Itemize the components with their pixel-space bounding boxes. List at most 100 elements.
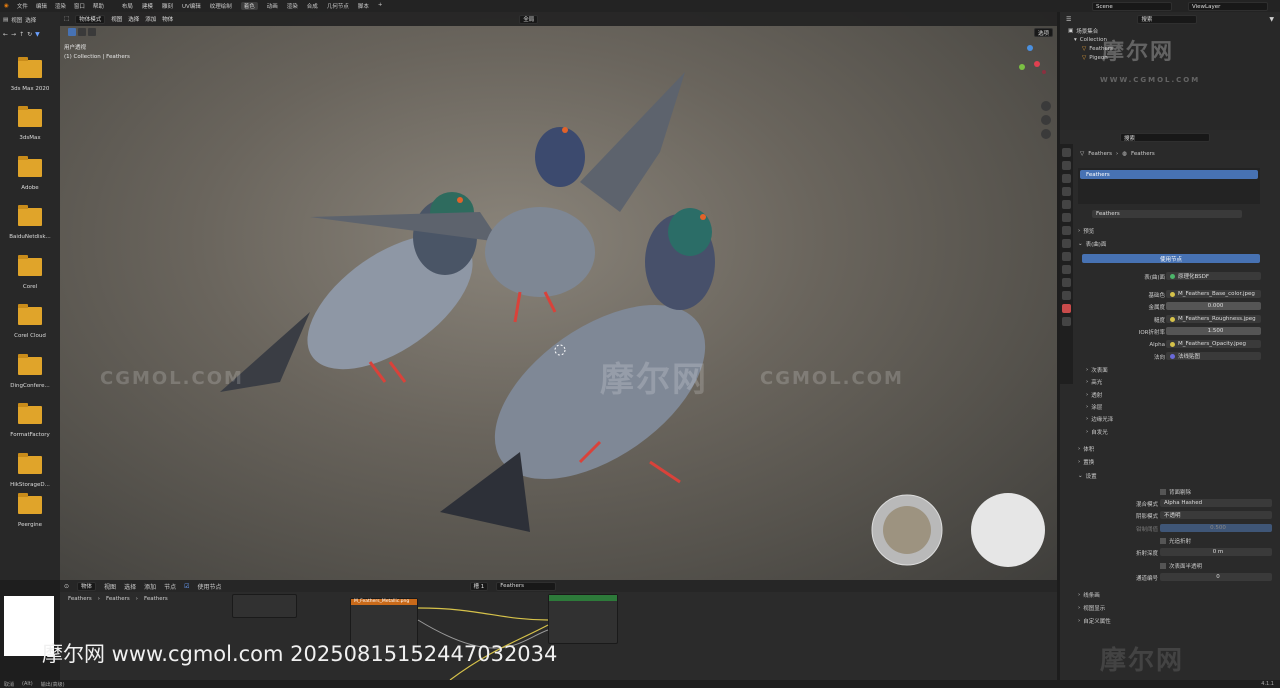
select-box-icon[interactable] [68, 28, 76, 36]
subsection-emission[interactable]: › 自发光 [1086, 427, 1108, 437]
material-slot-list[interactable]: Feathers [1078, 168, 1260, 204]
pan-hand-icon[interactable] [1041, 101, 1051, 111]
refresh-icon[interactable]: ↻ [27, 31, 32, 38]
subsection-subsurface[interactable]: › 次表面 [1086, 365, 1108, 375]
scene-tab-icon[interactable] [1062, 200, 1071, 209]
normal-field[interactable]: 法线贴图 [1166, 352, 1261, 360]
editor-type-icon[interactable]: ⊙ [64, 583, 69, 590]
blend-mode-select[interactable]: Alpha Hashed [1160, 499, 1272, 507]
particles-tab-icon[interactable] [1062, 252, 1071, 261]
section-viewport-display[interactable]: › 视图显示 [1078, 603, 1105, 613]
folder-item[interactable]: Corel [0, 244, 60, 294]
section-displacement[interactable]: › 置换 [1078, 457, 1094, 467]
use-nodes-button[interactable]: 使用节点 [1082, 254, 1260, 263]
menu-edit[interactable]: 编辑 [36, 2, 47, 10]
tab-compositing[interactable]: 合成 [307, 2, 318, 10]
folder-item[interactable]: FormatFactory [0, 393, 60, 443]
section-settings[interactable]: ⌄ 设置 [1078, 471, 1097, 481]
data-tab-icon[interactable] [1062, 291, 1071, 300]
blender-logo-icon[interactable]: ◉ [4, 3, 9, 9]
pass-index-field[interactable]: 0 [1160, 573, 1272, 581]
editor-type-icon[interactable]: ☰ [1066, 16, 1071, 23]
mode-selector[interactable]: 物体模式 [75, 14, 106, 24]
texture-tab-icon[interactable] [1062, 317, 1071, 326]
3d-viewport[interactable]: ⬚ 物体模式 视图 选择 添加 物体 全局 选项 用户透视 (1) Collec… [60, 12, 1057, 580]
alpha-field[interactable]: M_Feathers_Opacity.jpeg [1166, 340, 1261, 348]
options-button[interactable]: 选项 [1033, 28, 1053, 37]
menu-select[interactable]: 选择 [25, 16, 36, 24]
subsection-specular[interactable]: › 高光 [1086, 377, 1102, 387]
section-line-art[interactable]: › 线条画 [1078, 590, 1100, 600]
output-tab-icon[interactable] [1062, 174, 1071, 183]
tab-geometry-nodes[interactable]: 几何节点 [327, 2, 349, 10]
constraints-tab-icon[interactable] [1062, 278, 1071, 287]
roughness-field[interactable]: M_Feathers_Roughness.jpeg [1166, 315, 1261, 323]
properties-search[interactable]: 搜索 [1120, 133, 1210, 142]
material-tab-icon[interactable] [1062, 304, 1071, 313]
material-select[interactable]: Feathers [496, 581, 557, 591]
menu-help[interactable]: 帮助 [93, 2, 104, 10]
subsection-coat[interactable]: › 涂层 [1086, 402, 1102, 412]
menu-render[interactable]: 渲染 [55, 2, 66, 10]
folder-item[interactable]: DingConfere... [0, 343, 60, 393]
clip-threshold-field[interactable]: 0.500 [1160, 524, 1272, 532]
view-layer-tab-icon[interactable] [1062, 187, 1071, 196]
folder-item[interactable]: Peergine [0, 492, 60, 532]
menu-select[interactable]: 选择 [128, 15, 139, 23]
physics-tab-icon[interactable] [1062, 265, 1071, 274]
tab-scripting[interactable]: 脚本 [358, 2, 369, 10]
menu-view[interactable]: 视图 [104, 582, 116, 591]
menu-add[interactable]: 添加 [145, 15, 156, 23]
editor-type-icon[interactable]: ▤ [3, 17, 8, 23]
back-icon[interactable]: ← [3, 31, 8, 38]
folder-item[interactable]: HikStorageD... [0, 442, 60, 492]
refraction-checkbox[interactable]: 光追折射 [1160, 536, 1191, 545]
material-slot-item[interactable]: Feathers [1080, 170, 1258, 179]
menu-view[interactable]: 视图 [11, 16, 22, 24]
backface-culling-checkbox[interactable]: 背面剔除 [1160, 487, 1191, 496]
sss-translucency-checkbox[interactable]: 次表面半透明 [1160, 561, 1202, 570]
surface-shader-field[interactable]: 原理化BSDF [1166, 272, 1261, 280]
slot-select[interactable]: 槽 1 [469, 581, 489, 591]
metallic-field[interactable]: 0.000 [1166, 302, 1261, 310]
outliner-search[interactable]: 搜索 [1137, 14, 1198, 24]
tab-modeling[interactable]: 建模 [142, 2, 153, 10]
refraction-depth-field[interactable]: 0 m [1160, 548, 1272, 556]
select-subtract-icon[interactable] [88, 28, 96, 36]
section-custom-properties[interactable]: › 自定义属性 [1078, 616, 1111, 626]
world-tab-icon[interactable] [1062, 213, 1071, 222]
bsdf-node[interactable] [548, 594, 618, 644]
tab-shading[interactable]: 着色 [240, 2, 258, 10]
menu-node[interactable]: 节点 [164, 582, 176, 591]
render-tab-icon[interactable] [1062, 161, 1071, 170]
section-surface[interactable]: ⌄ 表(曲)面 [1078, 239, 1106, 249]
tab-rendering[interactable]: 渲染 [287, 2, 298, 10]
object-tab-icon[interactable] [1062, 226, 1071, 235]
transform-orientation[interactable]: 全局 [519, 14, 539, 24]
add-workspace-icon[interactable]: + [378, 2, 383, 10]
tab-layout[interactable]: 布局 [122, 2, 133, 10]
shader-type-select[interactable]: 物体 [77, 581, 97, 591]
modifier-tab-icon[interactable] [1062, 239, 1071, 248]
select-extend-icon[interactable] [78, 28, 86, 36]
editor-type-icon[interactable]: ⬚ [64, 16, 69, 22]
folder-item[interactable]: 3ds Max 2020 [0, 46, 60, 96]
view-layer-selector[interactable]: ViewLayer [1188, 2, 1268, 11]
filter-icon[interactable]: ▼ [35, 31, 40, 38]
camera-icon[interactable] [1041, 115, 1051, 125]
ior-field[interactable]: 1.500 [1166, 327, 1261, 335]
tab-animation[interactable]: 动画 [267, 2, 278, 10]
menu-select[interactable]: 选择 [124, 582, 136, 591]
material-name-field[interactable]: Feathers [1092, 210, 1242, 218]
use-nodes-checkbox[interactable]: ☑ [184, 583, 189, 590]
folder-item[interactable]: Corel Cloud [0, 294, 60, 344]
shadow-mode-select[interactable]: 不透明 [1160, 511, 1272, 519]
subsection-sheen[interactable]: › 边缘光泽 [1086, 414, 1113, 424]
menu-file[interactable]: 文件 [17, 2, 28, 10]
forward-icon[interactable]: → [11, 31, 16, 38]
tool-tab-icon[interactable] [1062, 148, 1071, 157]
navigation-gizmo[interactable] [1019, 45, 1046, 74]
section-volume[interactable]: › 体积 [1078, 444, 1094, 454]
subsection-transmission[interactable]: › 透射 [1086, 390, 1102, 400]
parent-icon[interactable]: ↑ [19, 31, 24, 38]
